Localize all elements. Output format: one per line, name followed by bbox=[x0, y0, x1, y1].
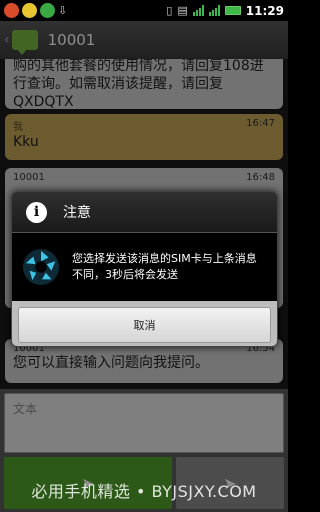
app-notification-icon bbox=[4, 3, 19, 18]
add-icon bbox=[40, 3, 55, 18]
dialog-title: 注意 bbox=[63, 205, 91, 221]
vibrate-icon: ▯ bbox=[166, 4, 173, 17]
battery-icon bbox=[224, 6, 241, 15]
dialog-header: i 注意 bbox=[12, 192, 277, 233]
clock: 11:29 bbox=[245, 3, 284, 18]
sim-warning-dialog: i 注意 您选择发送该消息的SIM卡与上条消息不同，3秒后将会发送 取消 bbox=[11, 191, 278, 347]
dialog-footer: 取消 bbox=[12, 301, 277, 346]
aperture-icon bbox=[22, 248, 60, 286]
notification-icons: ⇩ bbox=[4, 3, 67, 18]
usb-icon: ⇩ bbox=[58, 4, 68, 17]
dialog-body: 您选择发送该消息的SIM卡与上条消息不同，3秒后将会发送 bbox=[12, 233, 277, 301]
status-bar: ⇩ ▯ ▤ 11:29 bbox=[0, 0, 288, 21]
app-notification-icon bbox=[22, 3, 37, 18]
info-icon: i bbox=[26, 201, 47, 223]
watermark-text: 必用手机精选 • BYJSJXY.COM bbox=[31, 482, 257, 501]
sim-icon: ▤ bbox=[177, 4, 188, 17]
cancel-button[interactable]: 取消 bbox=[18, 306, 271, 343]
signal-icon bbox=[208, 5, 220, 16]
dialog-message: 您选择发送该消息的SIM卡与上条消息不同，3秒后将会发送 bbox=[72, 252, 257, 281]
signal-icon bbox=[192, 5, 204, 16]
